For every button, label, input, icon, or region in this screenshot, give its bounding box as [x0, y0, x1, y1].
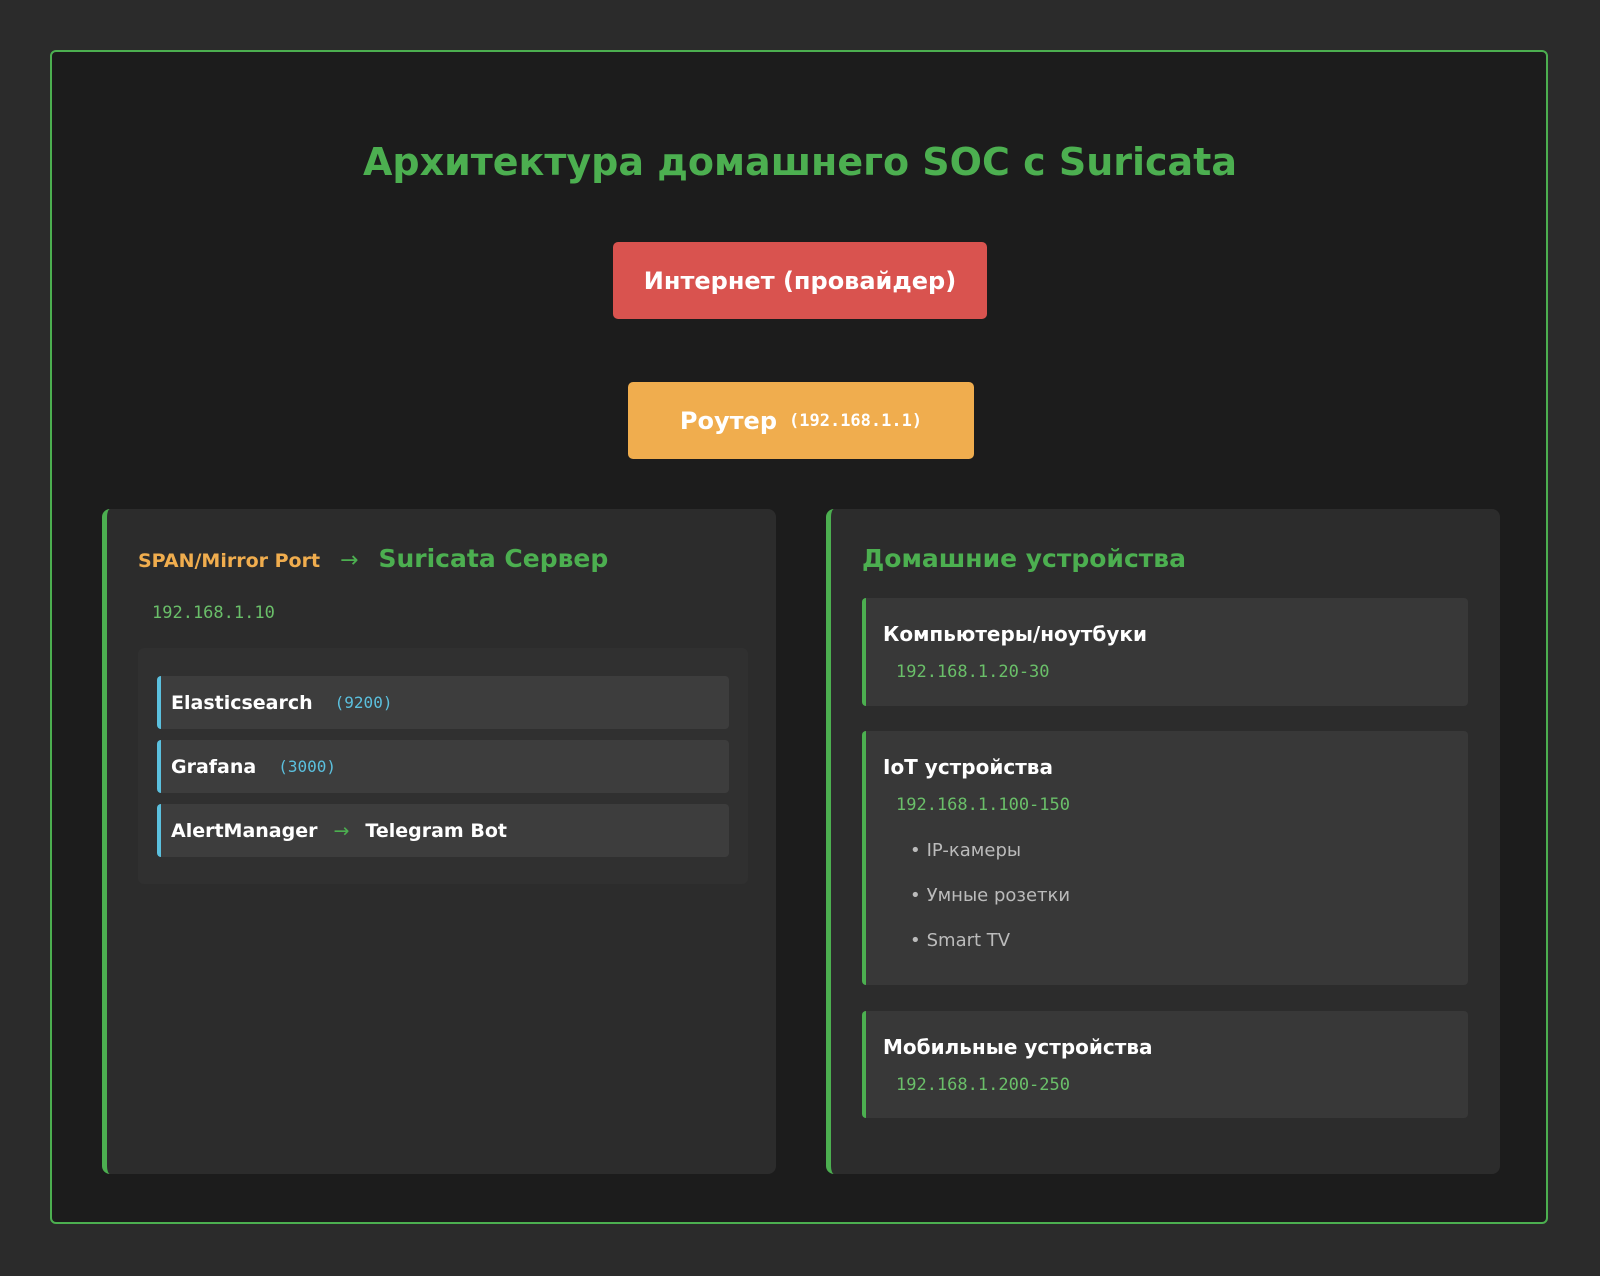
service-grafana: Grafana (3000) [157, 740, 729, 793]
device-group-name: Компьютеры/ноутбуки [883, 622, 1147, 646]
service-elasticsearch: Elasticsearch (9200) [157, 676, 729, 729]
iot-device-list: IP-камеры Умные розетки Smart TV [910, 839, 1070, 974]
device-group-name: Мобильные устройства [883, 1035, 1153, 1059]
internet-node: Интернет (провайдер) [613, 242, 987, 319]
arrow-right-icon: → [333, 819, 350, 842]
device-group-mobile: Мобильные устройства 192.168.1.200-250 [862, 1011, 1468, 1118]
router-label: Роутер [679, 406, 778, 435]
device-group-ip: 192.168.1.20-30 [896, 662, 1050, 682]
service-name: AlertManager [171, 819, 318, 842]
devices-title: Домашние устройства [862, 544, 1186, 573]
device-group-ip: 192.168.1.200-250 [896, 1075, 1070, 1095]
device-group-iot: IoT устройства 192.168.1.100-150 IP-каме… [862, 731, 1468, 985]
span-port-label: SPAN/Mirror Port [138, 550, 321, 572]
router-node: Роутер (192.168.1.1) [628, 382, 974, 459]
suricata-header: SPAN/Mirror Port → Suricata Сервер [138, 544, 608, 573]
device-group-computers: Компьютеры/ноутбуки 192.168.1.20-30 [862, 598, 1468, 706]
service-port: (3000) [278, 757, 337, 776]
service-name: Elasticsearch [171, 691, 313, 714]
services-box: Elasticsearch (9200) Grafana (3000) Aler… [138, 648, 748, 884]
internet-label: Интернет (провайдер) [643, 266, 957, 295]
devices-panel: Домашние устройства Компьютеры/ноутбуки … [826, 509, 1500, 1174]
service-target: Telegram Bot [365, 819, 507, 842]
suricata-panel: SPAN/Mirror Port → Suricata Сервер 192.1… [102, 509, 776, 1174]
list-item: IP-камеры [910, 839, 1070, 884]
device-group-name: IoT устройства [883, 755, 1053, 779]
service-name: Grafana [171, 755, 257, 778]
service-port: (9200) [334, 693, 393, 712]
router-ip: (192.168.1.1) [789, 410, 923, 431]
list-item: Smart TV [910, 929, 1070, 974]
arrow-right-icon: → [340, 548, 359, 573]
list-item: Умные розетки [910, 884, 1070, 929]
device-group-ip: 192.168.1.100-150 [896, 795, 1070, 815]
suricata-server-label: Suricata Сервер [378, 544, 609, 573]
suricata-server-ip: 192.168.1.10 [152, 603, 275, 623]
service-alertmanager: AlertManager → Telegram Bot [157, 804, 729, 857]
page-title: Архитектура домашнего SOC с Suricata [363, 140, 1237, 184]
